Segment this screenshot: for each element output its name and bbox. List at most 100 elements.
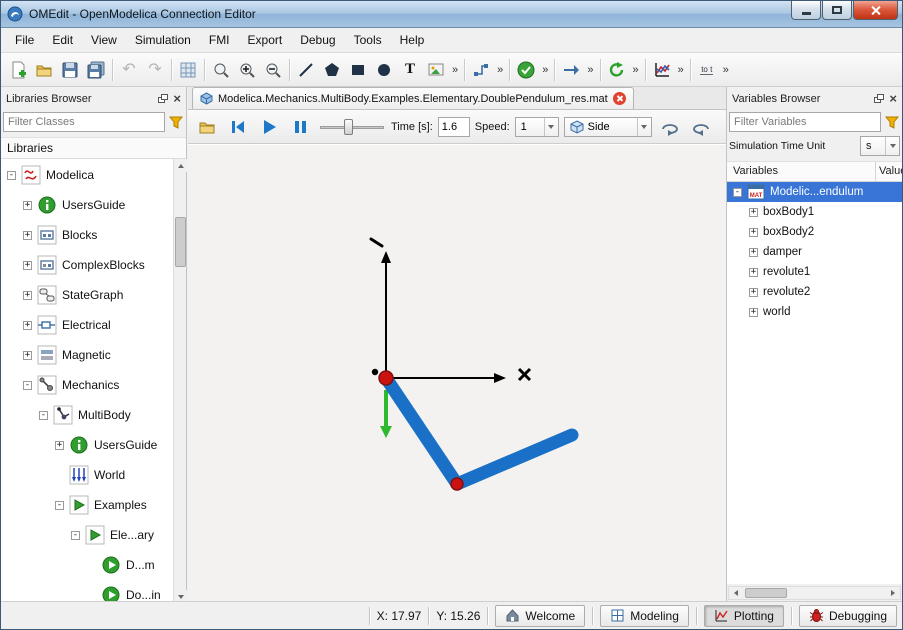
show-grid-button[interactable]: [175, 57, 201, 83]
scroll-right-icon[interactable]: [886, 587, 900, 599]
expander-icon[interactable]: -: [733, 188, 742, 197]
expander-icon[interactable]: +: [23, 291, 32, 300]
value-column[interactable]: Value: [876, 162, 902, 181]
debugging-view-button[interactable]: Debugging: [799, 605, 897, 627]
expander-icon[interactable]: -: [23, 381, 32, 390]
perspective-combobox[interactable]: Side: [564, 117, 652, 137]
modeling-view-button[interactable]: Modeling: [600, 605, 689, 627]
menu-tools[interactable]: Tools: [345, 29, 391, 51]
welcome-view-button[interactable]: Welcome: [495, 605, 585, 627]
filter-variables-input[interactable]: [729, 112, 881, 132]
bitmap-shape-button[interactable]: [423, 57, 449, 83]
maximize-button[interactable]: [822, 1, 852, 20]
expander-icon[interactable]: +: [23, 231, 32, 240]
scrollbar-thumb[interactable]: [745, 588, 787, 598]
overflow-chevron[interactable]: »: [675, 64, 687, 76]
lib-item-multibody[interactable]: - MultiBody: [1, 401, 173, 429]
save-all-button[interactable]: [83, 57, 109, 83]
time-unit-combobox[interactable]: s: [860, 136, 900, 156]
overflow-chevron[interactable]: »: [539, 64, 551, 76]
lib-item-usersguide[interactable]: + UsersGuide: [1, 191, 173, 219]
lib-item-elementary[interactable]: - Ele...ary: [1, 521, 173, 549]
time-input[interactable]: [438, 117, 470, 137]
zoom-button[interactable]: [208, 57, 234, 83]
var-item-boxbody2[interactable]: + boxBody2: [727, 222, 902, 242]
filter-funnel-icon[interactable]: [884, 114, 900, 130]
transition-mode-button[interactable]: [558, 57, 584, 83]
lib-item-complexblocks[interactable]: + ComplexBlocks: [1, 251, 173, 279]
menu-export[interactable]: Export: [239, 29, 292, 51]
filter-classes-input[interactable]: [3, 112, 165, 132]
lib-item-examples[interactable]: - Examples: [1, 491, 173, 519]
lib-item-magnetic[interactable]: + Magnetic: [1, 341, 173, 369]
expander-icon[interactable]: +: [55, 441, 64, 450]
speed-combobox[interactable]: 1: [515, 117, 559, 137]
ellipse-shape-button[interactable]: [371, 57, 397, 83]
new-plot-window-button[interactable]: [649, 57, 675, 83]
scroll-up-icon[interactable]: [174, 159, 187, 172]
rectangle-shape-button[interactable]: [345, 57, 371, 83]
lib-item-blocks[interactable]: + Blocks: [1, 221, 173, 249]
var-item-world[interactable]: + world: [727, 302, 902, 322]
connect-mode-button[interactable]: [468, 57, 494, 83]
expander-icon[interactable]: +: [749, 268, 758, 277]
var-item-result-file[interactable]: - MAT Modelic...endulum: [727, 182, 902, 202]
var-item-revolute1[interactable]: + revolute1: [727, 262, 902, 282]
double-pendulum-scene[interactable]: [188, 145, 726, 603]
minimize-button[interactable]: [791, 1, 821, 20]
expander-icon[interactable]: -: [39, 411, 48, 420]
lib-item-doublependulum[interactable]: D...m: [1, 551, 173, 579]
fit-to-view-button[interactable]: to t: [694, 57, 720, 83]
overflow-chevron[interactable]: »: [584, 64, 596, 76]
lib-item-mechanics[interactable]: - Mechanics: [1, 371, 173, 399]
redo-button[interactable]: ↷: [142, 57, 168, 83]
menu-edit[interactable]: Edit: [43, 29, 82, 51]
var-item-revolute2[interactable]: + revolute2: [727, 282, 902, 302]
expander-icon[interactable]: +: [749, 308, 758, 317]
expander-icon[interactable]: +: [23, 261, 32, 270]
overflow-chevron[interactable]: »: [494, 64, 506, 76]
expander-icon[interactable]: +: [749, 288, 758, 297]
overflow-chevron[interactable]: »: [720, 64, 732, 76]
expander-icon[interactable]: +: [23, 321, 32, 330]
lib-item-usersguide-multibody[interactable]: + UsersGuide: [1, 431, 173, 459]
menu-simulation[interactable]: Simulation: [126, 29, 200, 51]
animation-canvas[interactable]: [188, 144, 726, 603]
open-file-button[interactable]: [31, 57, 57, 83]
scroll-left-icon[interactable]: [729, 587, 743, 599]
var-item-damper[interactable]: + damper: [727, 242, 902, 262]
lib-item-electrical[interactable]: + Electrical: [1, 311, 173, 339]
titlebar[interactable]: OMEdit - OpenModelica Connection Editor: [1, 1, 902, 28]
expander-icon[interactable]: -: [7, 171, 16, 180]
float-panel-icon[interactable]: [873, 93, 885, 105]
rotate-view-cw-button[interactable]: [688, 114, 714, 140]
expander-icon[interactable]: -: [71, 531, 80, 540]
zoom-in-button[interactable]: [234, 57, 260, 83]
plotting-view-button[interactable]: Plotting: [704, 605, 784, 627]
variables-column[interactable]: Variables: [727, 162, 876, 181]
expander-icon[interactable]: -: [55, 501, 64, 510]
menu-fmi[interactable]: FMI: [200, 29, 239, 51]
undo-button[interactable]: ↶: [116, 57, 142, 83]
re-simulate-button[interactable]: [604, 57, 630, 83]
save-button[interactable]: [57, 57, 83, 83]
float-panel-icon[interactable]: [157, 93, 169, 105]
expander-icon[interactable]: +: [749, 208, 758, 217]
lib-item-stategraph[interactable]: + StateGraph: [1, 281, 173, 309]
tab-doublependulum-result[interactable]: Modelica.Mechanics.MultiBody.Examples.El…: [192, 87, 634, 109]
lib-item-doublependulum-init[interactable]: Do...in: [1, 581, 173, 603]
overflow-chevron[interactable]: »: [630, 64, 642, 76]
menu-debug[interactable]: Debug: [291, 29, 344, 51]
expander-icon[interactable]: +: [23, 201, 32, 210]
animation-time-slider[interactable]: [318, 117, 386, 137]
expander-icon[interactable]: +: [749, 248, 758, 257]
tab-close-icon[interactable]: [613, 92, 626, 105]
close-panel-icon[interactable]: ×: [889, 93, 897, 105]
pause-button[interactable]: [287, 114, 313, 140]
polygon-shape-button[interactable]: [319, 57, 345, 83]
play-button[interactable]: [256, 114, 282, 140]
text-shape-button[interactable]: T: [397, 57, 423, 83]
filter-funnel-icon[interactable]: [168, 114, 184, 130]
line-shape-button[interactable]: [293, 57, 319, 83]
close-panel-icon[interactable]: ×: [173, 93, 181, 105]
